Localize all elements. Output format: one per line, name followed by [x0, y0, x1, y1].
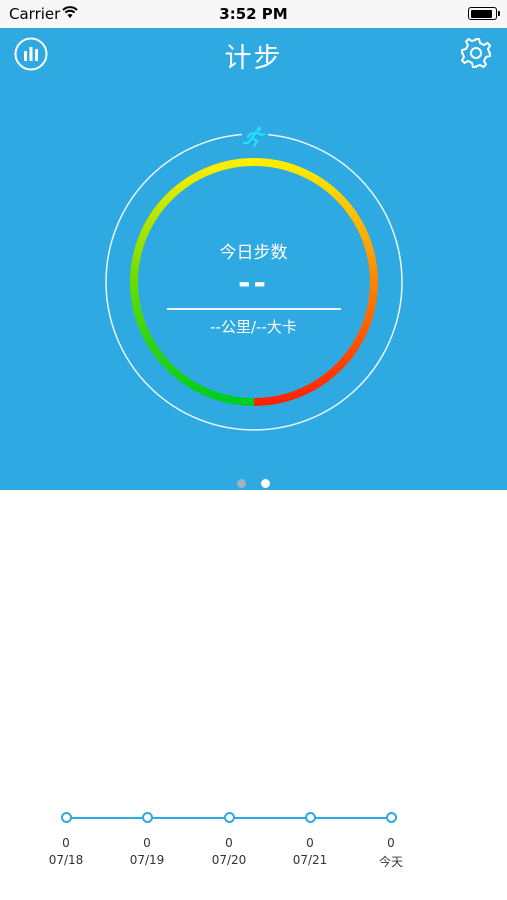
timeline-node[interactable]	[141, 812, 153, 823]
distance-calories-label: --公里/--大卡	[210, 318, 297, 336]
timeline-node[interactable]	[304, 812, 316, 823]
timeline-step-value: 0	[306, 836, 314, 850]
timeline-step-value: 0	[387, 836, 395, 850]
timeline-date: 07/20	[211, 853, 247, 867]
today-steps-label: 今日步数	[219, 243, 288, 263]
timeline-step-value: 0	[143, 836, 151, 850]
battery-icon	[468, 7, 500, 20]
timeline-step-value: 0	[62, 836, 70, 850]
clock: 3:52 PM	[219, 5, 288, 23]
timeline-step-value: 0	[225, 836, 233, 850]
timeline-node[interactable]	[223, 812, 235, 823]
page-title: 计步	[224, 43, 283, 74]
settings-button[interactable]	[459, 36, 493, 70]
divider	[167, 308, 341, 310]
history-timeline: 0 07/18 0 07/19 0 07/20 0 07/21 0 今天	[0, 805, 507, 885]
gear-icon	[460, 37, 492, 69]
timeline-date: 07/18	[48, 853, 84, 867]
step-count-value: --	[238, 266, 269, 301]
step-counter-panel[interactable]: 计步 今日步数 -- --公里/--大卡	[0, 28, 507, 490]
timeline-date: 今天	[378, 855, 403, 869]
timeline-date: 07/21	[292, 853, 328, 867]
page-indicator[interactable]	[0, 473, 507, 492]
page-dot-2[interactable]	[261, 479, 271, 488]
timeline-node[interactable]	[60, 812, 72, 823]
timeline-date: 07/19	[129, 853, 165, 867]
status-bar: Carrier 3:52 PM	[0, 0, 507, 28]
timeline-node[interactable]	[385, 812, 397, 823]
page-dot-1[interactable]	[236, 479, 246, 488]
